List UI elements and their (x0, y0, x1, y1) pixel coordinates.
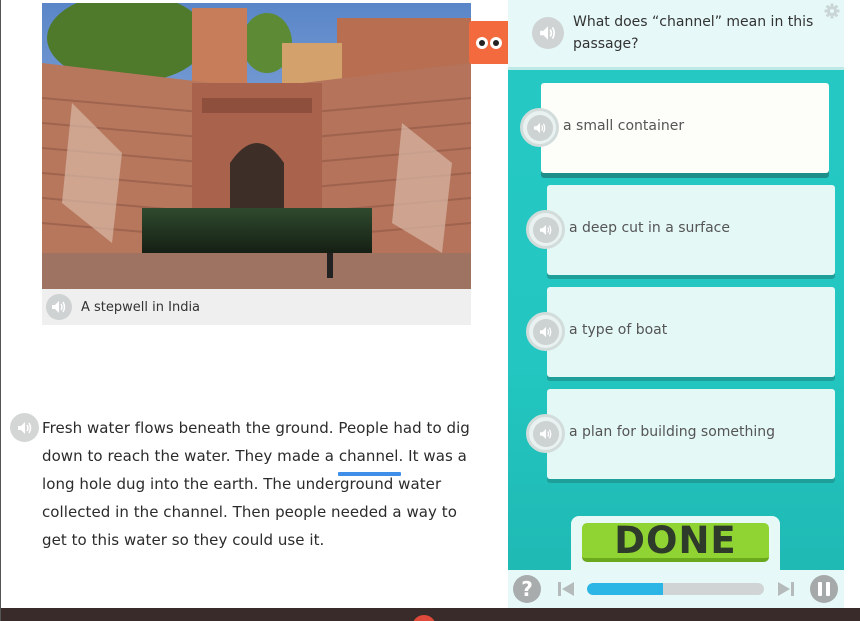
answer-option-1[interactable]: a small container (541, 83, 829, 173)
passage-speaker-icon[interactable] (10, 413, 39, 442)
answer-option-label: a small container (563, 118, 685, 134)
eyes-icon[interactable] (469, 21, 508, 64)
option-2-speaker-icon[interactable] (526, 210, 565, 249)
reading-activity: A stepwell in India Fresh water flows be… (0, 0, 860, 621)
pause-icon[interactable] (810, 575, 838, 603)
player-controls: ? (508, 570, 844, 608)
question-header: What does “channel” mean in this passage… (508, 0, 844, 70)
answer-option-3[interactable]: a type of boat (547, 287, 835, 377)
caption-speaker-icon[interactable] (46, 294, 72, 320)
help-icon[interactable]: ? (513, 575, 541, 603)
done-button[interactable]: DONE (582, 519, 769, 562)
gear-icon[interactable] (824, 3, 840, 19)
done-button-tray: DONE (571, 516, 780, 571)
vocab-word-channel[interactable]: channel (337, 442, 401, 476)
answer-option-2[interactable]: a deep cut in a surface (547, 185, 835, 275)
answer-option-label: a plan for building something (569, 424, 776, 440)
option-1-speaker-icon[interactable] (520, 108, 559, 147)
image-caption: A stepwell in India (81, 299, 201, 315)
question-panel: What does “channel” mean in this passage… (508, 0, 844, 608)
skip-back-icon[interactable] (556, 579, 576, 599)
answer-option-label: a type of boat (569, 322, 668, 338)
question-text: What does “channel” mean in this passage… (573, 14, 814, 52)
option-4-speaker-icon[interactable] (526, 414, 565, 453)
image-caption-bar: A stepwell in India (42, 289, 471, 325)
progress-bar (587, 583, 764, 595)
answer-option-4[interactable]: a plan for building something (547, 389, 835, 479)
stepwell-photo (42, 3, 471, 289)
option-3-speaker-icon[interactable] (526, 312, 565, 351)
skip-forward-icon[interactable] (776, 579, 796, 599)
answer-option-label: a deep cut in a surface (569, 220, 730, 236)
passage-text: Fresh water flows beneath the ground. Pe… (42, 414, 472, 554)
question-speaker-icon[interactable] (532, 17, 564, 49)
progress-bar-fill (587, 583, 664, 595)
